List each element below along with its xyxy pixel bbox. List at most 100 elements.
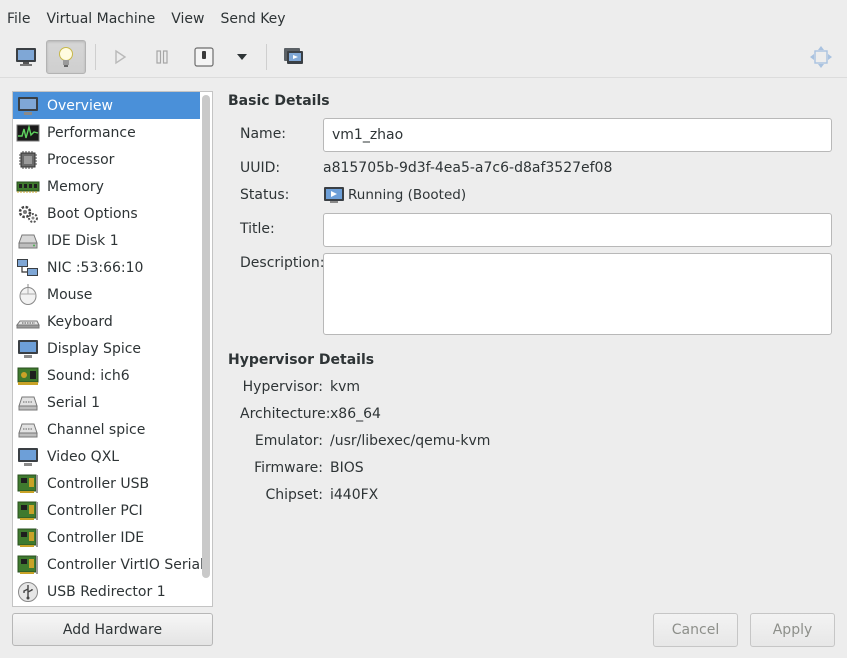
monitor-icon <box>16 95 40 117</box>
usb-icon <box>16 581 40 603</box>
sidebar-item-mouse[interactable]: Mouse <box>13 281 200 308</box>
status-value: Running (Booted) <box>348 187 467 203</box>
sidebar-item-controller-usb[interactable]: Controller USB <box>13 470 200 497</box>
keyboard-icon <box>16 311 40 333</box>
sidebar-item-label: Mouse <box>47 286 93 303</box>
sidebar-item-video-qxl[interactable]: Video QXL <box>13 443 200 470</box>
toolbar <box>0 38 847 78</box>
hypervisor-details-title: Hypervisor Details <box>228 352 375 368</box>
pause-button[interactable] <box>142 40 182 74</box>
menu-file[interactable]: File <box>7 11 30 27</box>
menu-bar: File Virtual Machine View Send Key <box>0 0 847 38</box>
shutdown-button[interactable] <box>184 40 224 74</box>
basic-details-title: Basic Details <box>228 93 330 109</box>
sound-card-icon <box>16 365 40 387</box>
sidebar-item-label: Overview <box>47 97 113 114</box>
performance-icon <box>16 122 40 144</box>
sidebar-item-label: USB Redirector 1 <box>47 583 166 600</box>
sidebar-item-overview[interactable]: Overview <box>13 92 200 119</box>
add-hardware-button[interactable]: Add Hardware <box>12 613 213 646</box>
run-button[interactable] <box>100 40 140 74</box>
console-icon <box>16 48 36 66</box>
hypervisor-label: Hypervisor: <box>242 379 323 395</box>
sidebar-item-label: NIC :53:66:10 <box>47 259 144 276</box>
title-field[interactable] <box>323 213 832 247</box>
running-icon <box>323 186 345 204</box>
status-value-wrap: Running (Booted) <box>323 186 466 204</box>
menu-send-key[interactable]: Send Key <box>220 11 285 27</box>
apply-button[interactable]: Apply <box>750 613 835 647</box>
gear-icon <box>16 203 40 225</box>
sidebar-item-ide-disk-1[interactable]: IDE Disk 1 <box>13 227 200 254</box>
sidebar-item-label: Channel spice <box>47 421 146 438</box>
sidebar-item-label: Video QXL <box>47 448 120 465</box>
sidebar-item-processor[interactable]: Processor <box>13 146 200 173</box>
sidebar-item-sound[interactable]: Sound: ich6 <box>13 362 200 389</box>
toolbar-separator <box>95 44 96 70</box>
status-label: Status: <box>240 187 290 203</box>
chipset-label: Chipset: <box>265 487 323 503</box>
sidebar-item-channel-spice[interactable]: Channel spice <box>13 416 200 443</box>
toolbar-separator <box>266 44 267 70</box>
emulator-label: Emulator: <box>254 433 323 449</box>
sidebar-item-label: Controller USB <box>47 475 150 492</box>
name-label: Name: <box>240 126 287 142</box>
sidebar-item-label: Controller IDE <box>47 529 145 546</box>
sidebar-item-usb-redirector-1[interactable]: USB Redirector 1 <box>13 578 200 605</box>
sidebar-item-performance[interactable]: Performance <box>13 119 200 146</box>
sidebar-item-label: Processor <box>47 151 115 168</box>
hardware-list-items: Overview Performance Processor Memory Bo… <box>13 92 204 605</box>
shutdown-menu-arrow-icon <box>237 54 247 60</box>
cancel-button[interactable]: Cancel <box>653 613 738 647</box>
controller-card-icon <box>16 500 40 522</box>
emulator-value: /usr/libexec/qemu-kvm <box>330 433 491 449</box>
fullscreen-button[interactable] <box>801 40 841 74</box>
sidebar-item-display-spice[interactable]: Display Spice <box>13 335 200 362</box>
cpu-icon <box>16 149 40 171</box>
name-field[interactable] <box>323 118 832 152</box>
uuid-value: a815705b-9d3f-4ea5-a7c6-d8af3527ef08 <box>323 160 613 176</box>
sidebar-item-keyboard[interactable]: Keyboard <box>13 308 200 335</box>
mouse-icon <box>16 283 40 306</box>
sidebar-item-controller-ide[interactable]: Controller IDE <box>13 524 200 551</box>
sidebar-item-controller-pci[interactable]: Controller PCI <box>13 497 200 524</box>
console-button[interactable] <box>6 40 46 74</box>
architecture-value: x86_64 <box>330 406 381 422</box>
sidebar-item-label: Boot Options <box>47 205 138 222</box>
menu-view[interactable]: View <box>171 11 204 27</box>
fullscreen-icon <box>810 46 832 68</box>
hardware-list[interactable]: Overview Performance Processor Memory Bo… <box>12 91 213 607</box>
hypervisor-value: kvm <box>330 379 361 395</box>
sidebar-item-label: Controller VirtIO Serial <box>47 556 204 573</box>
sidebar-item-label: Controller PCI <box>47 502 143 519</box>
sidebar-item-label: Display Spice <box>47 340 142 357</box>
details-bulb-icon <box>59 47 73 67</box>
sidebar-item-label: Sound: ich6 <box>47 367 130 384</box>
uuid-label: UUID: <box>240 160 281 176</box>
sidebar-item-nic[interactable]: NIC :53:66:10 <box>13 254 200 281</box>
hardware-list-scrollbar[interactable] <box>202 95 210 578</box>
menu-virtual-machine[interactable]: Virtual Machine <box>46 11 155 27</box>
snapshots-icon <box>284 48 303 64</box>
description-field[interactable] <box>323 253 832 335</box>
controller-card-icon <box>16 527 40 549</box>
memory-icon <box>16 176 40 198</box>
firmware-value: BIOS <box>330 460 364 476</box>
sidebar-item-boot-options[interactable]: Boot Options <box>13 200 200 227</box>
run-icon <box>115 49 127 65</box>
sidebar-item-label: Serial 1 <box>47 394 100 411</box>
controller-card-icon <box>16 554 40 576</box>
details-button[interactable] <box>46 40 86 74</box>
snapshots-button[interactable] <box>273 40 313 74</box>
sidebar-item-label: IDE Disk 1 <box>47 232 119 249</box>
description-label: Description: <box>240 255 325 271</box>
shutdown-menu-button[interactable] <box>222 40 262 74</box>
sidebar-item-memory[interactable]: Memory <box>13 173 200 200</box>
shutdown-icon <box>194 47 214 67</box>
sidebar-item-controller-virtio-serial[interactable]: Controller VirtIO Serial <box>13 551 204 578</box>
pause-icon <box>156 50 168 64</box>
sidebar-item-serial-1[interactable]: Serial 1 <box>13 389 200 416</box>
display-icon <box>16 338 40 360</box>
chipset-value: i440FX <box>330 487 379 503</box>
video-icon <box>16 446 40 468</box>
